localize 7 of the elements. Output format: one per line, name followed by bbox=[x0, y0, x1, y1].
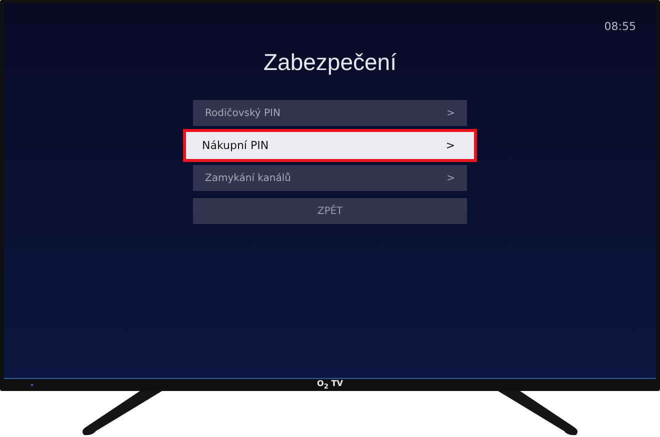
menu-item[interactable]: Rodičovský PIN > bbox=[193, 100, 467, 126]
screen-title: Zabezpečení bbox=[264, 49, 396, 76]
clock: 08:55 bbox=[604, 20, 636, 33]
back-button[interactable]: ZPĚT bbox=[193, 198, 467, 224]
menu-item[interactable]: Zamykání kanálů > bbox=[193, 165, 467, 191]
brand-logo: O$_{2}$ TV bbox=[317, 379, 343, 391]
menu-item[interactable]: Nákupní PIN > bbox=[183, 129, 477, 162]
